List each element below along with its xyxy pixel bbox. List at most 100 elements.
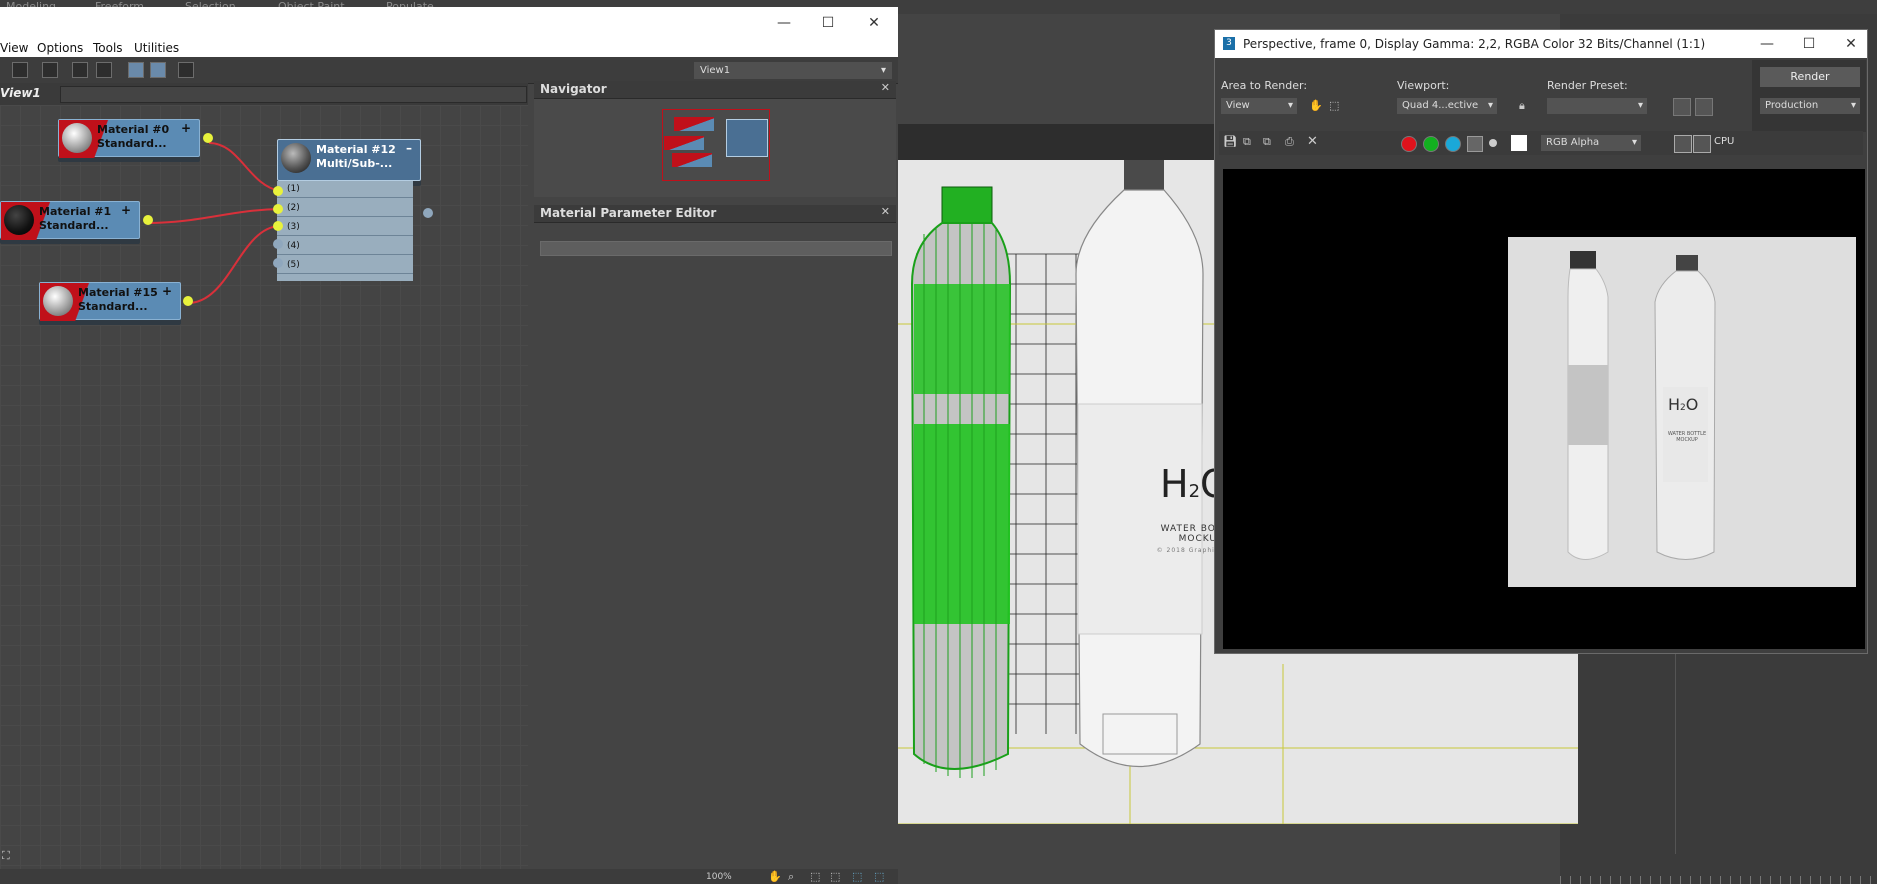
zoom-extents-icon[interactable]: ⬚ bbox=[830, 870, 840, 883]
layout-icon[interactable] bbox=[72, 62, 88, 78]
slot-3[interactable]: (3) bbox=[277, 219, 413, 236]
mpe-material-name-field[interactable] bbox=[540, 241, 892, 256]
chevron-down-icon: ▾ bbox=[1287, 100, 1293, 111]
slot-2[interactable]: (2) bbox=[277, 200, 413, 217]
slot-4[interactable]: (4) bbox=[277, 238, 413, 255]
zoom-region-icon[interactable]: ⬚ bbox=[810, 870, 820, 883]
material-node-0[interactable]: Material #0 Standard... + bbox=[58, 119, 213, 158]
channel-dropdown[interactable]: RGB Alpha ▾ bbox=[1541, 135, 1641, 151]
multi-node-type: Multi/Sub-... bbox=[316, 157, 393, 170]
clear-color-swatch[interactable] bbox=[1511, 135, 1527, 151]
select-tool-icon[interactable] bbox=[178, 62, 194, 78]
zoom-extents-selected-icon[interactable]: ⬚ bbox=[852, 870, 862, 883]
output-port[interactable] bbox=[143, 215, 153, 225]
production-dropdown[interactable]: Production ▾ bbox=[1760, 98, 1860, 114]
render-setup-icon[interactable] bbox=[1673, 98, 1691, 116]
render-title: Perspective, frame 0, Display Gamma: 2,2… bbox=[1243, 37, 1706, 51]
multi-node-slots: (1) (2) (3) (4) (5) bbox=[277, 181, 413, 281]
menu-view[interactable]: View bbox=[0, 41, 28, 55]
maximize-icon[interactable]: ☐ bbox=[1799, 34, 1819, 54]
viewport-dropdown[interactable]: Quad 4...ective ▾ bbox=[1397, 98, 1497, 114]
minimize-icon[interactable]: — bbox=[1757, 34, 1777, 54]
print-icon[interactable]: ⎙ bbox=[1285, 135, 1294, 149]
input-port-1[interactable] bbox=[273, 186, 283, 196]
environment-icon[interactable] bbox=[1695, 98, 1713, 116]
view-dropdown[interactable]: View1 ▾ bbox=[694, 62, 892, 79]
expand-plus-icon[interactable]: + bbox=[121, 203, 131, 217]
view-tab-bar: View1 bbox=[0, 83, 528, 106]
auto-region-icon[interactable]: ⬚ bbox=[1329, 99, 1339, 112]
slate-toolbar: View1 ▾ bbox=[0, 57, 898, 84]
zoom-icon[interactable]: ⌕ bbox=[788, 870, 794, 884]
pan-hand-icon[interactable]: ✋ bbox=[768, 870, 782, 883]
close-icon[interactable]: ✕ bbox=[864, 13, 884, 33]
render-button[interactable]: Render bbox=[1760, 67, 1860, 87]
chevron-down-icon: ▾ bbox=[1637, 100, 1643, 111]
slate-title-bar: — ☐ ✕ bbox=[0, 7, 898, 39]
red-channel-toggle[interactable] bbox=[1401, 136, 1417, 152]
expand-plus-icon[interactable]: + bbox=[181, 121, 191, 135]
toggle-ui-icon[interactable] bbox=[1674, 135, 1692, 153]
render-bottle-line2: MOCKUP bbox=[1676, 437, 1698, 443]
pick-region-icon[interactable]: ✋ bbox=[1309, 99, 1323, 112]
green-channel-toggle[interactable] bbox=[1423, 136, 1439, 152]
maximize-view-icon[interactable]: ⬚ bbox=[874, 870, 884, 883]
render-preset-label: Render Preset: bbox=[1547, 79, 1628, 92]
maximize-icon[interactable]: ☐ bbox=[818, 13, 838, 33]
input-port-5[interactable] bbox=[273, 258, 283, 268]
material-node-1[interactable]: Material #1 Standard... + bbox=[0, 201, 153, 240]
input-port-2[interactable] bbox=[273, 204, 283, 214]
output-port[interactable] bbox=[203, 133, 213, 143]
node-1-type: Standard... bbox=[39, 219, 109, 232]
layout-children-icon[interactable] bbox=[96, 62, 112, 78]
clone-window-icon[interactable]: ⧉ bbox=[1263, 135, 1271, 149]
menu-utilities[interactable]: Utilities bbox=[134, 41, 179, 55]
show-map-icon[interactable] bbox=[128, 62, 144, 78]
render-mode-icon[interactable] bbox=[1693, 135, 1711, 153]
material-node-15[interactable]: Material #15 Standard... + bbox=[39, 282, 193, 321]
pan-icon[interactable]: ⛶ bbox=[2, 849, 10, 863]
slot-5[interactable]: (5) bbox=[277, 257, 413, 274]
slot-3-label: (3) bbox=[287, 222, 300, 232]
input-port-3[interactable] bbox=[273, 221, 283, 231]
close-icon[interactable]: ✕ bbox=[1841, 34, 1861, 54]
sample-icon[interactable] bbox=[42, 62, 58, 78]
input-port-4[interactable] bbox=[273, 239, 283, 249]
output-port[interactable] bbox=[423, 208, 433, 218]
blue-channel-toggle[interactable] bbox=[1445, 136, 1461, 152]
output-port[interactable] bbox=[183, 296, 193, 306]
alpha-channel-toggle[interactable] bbox=[1467, 136, 1483, 152]
sphere-thumbnail-icon bbox=[62, 123, 92, 153]
viewport-value: Quad 4...ective bbox=[1402, 100, 1479, 111]
navigator-title: Navigator bbox=[540, 82, 607, 96]
lock-icon[interactable]: 🔒︎ bbox=[1519, 99, 1525, 113]
chevron-down-icon: ▾ bbox=[880, 65, 886, 76]
copy-image-icon[interactable]: ⧉ bbox=[1243, 135, 1251, 149]
node-15-name: Material #15 bbox=[78, 286, 158, 299]
close-icon[interactable]: ✕ bbox=[881, 205, 890, 218]
render-preset-dropdown[interactable]: ▾ bbox=[1547, 98, 1647, 114]
node-canvas[interactable]: Material #0 Standard... + Material #1 St… bbox=[0, 105, 528, 875]
node-0-name: Material #0 bbox=[97, 123, 170, 136]
render-h2o-label: H2O bbox=[1668, 395, 1698, 414]
area-to-render-dropdown[interactable]: View ▾ bbox=[1221, 98, 1297, 114]
slot-4-label: (4) bbox=[287, 241, 300, 251]
collapse-minus-icon[interactable]: – bbox=[406, 141, 412, 155]
monochrome-toggle[interactable] bbox=[1489, 139, 1497, 147]
expand-plus-icon[interactable]: + bbox=[162, 284, 172, 298]
checker-icon[interactable] bbox=[12, 62, 28, 78]
view-dropdown-value: View1 bbox=[700, 65, 731, 76]
clear-icon[interactable]: ✕ bbox=[1307, 134, 1318, 149]
multi-sub-node[interactable]: Material #12 Multi/Sub-... – bbox=[277, 139, 421, 181]
close-icon[interactable]: ✕ bbox=[881, 81, 890, 94]
tab-view1[interactable]: View1 bbox=[0, 86, 41, 100]
slot-1[interactable]: (1) bbox=[277, 181, 413, 198]
show-background-icon[interactable] bbox=[150, 62, 166, 78]
zoom-level[interactable]: 100% bbox=[706, 872, 732, 882]
save-image-icon[interactable]: 💾︎ bbox=[1223, 135, 1237, 148]
slot-1-label: (1) bbox=[287, 184, 300, 194]
menu-tools[interactable]: Tools bbox=[93, 41, 123, 55]
menu-options[interactable]: Options bbox=[37, 41, 83, 55]
navigator-body[interactable] bbox=[534, 99, 896, 197]
minimize-icon[interactable]: — bbox=[774, 13, 794, 33]
